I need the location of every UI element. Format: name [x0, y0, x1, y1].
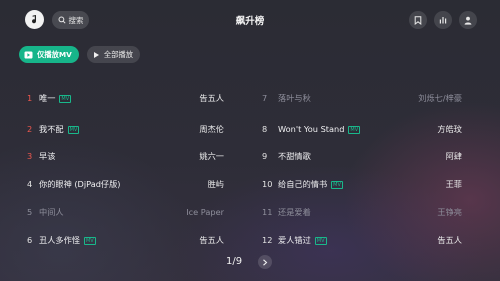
mv-badge: MV: [83, 237, 96, 245]
song-title: 落叶与秋: [278, 93, 311, 103]
video-icon: [24, 51, 33, 58]
equalizer-button[interactable]: [434, 11, 452, 29]
song-artist: 阿肆: [445, 151, 462, 161]
mv-only-button[interactable]: 仅播放MV: [19, 46, 79, 63]
song-rank: 11: [262, 207, 273, 217]
mv-badge: MV: [314, 237, 327, 245]
song-artist: 王铮亮: [437, 207, 462, 217]
song-row[interactable]: 5 中间人 Ice Paper: [27, 204, 224, 220]
song-artist: Ice Paper: [186, 207, 224, 217]
bookmark-icon: [414, 15, 422, 25]
song-row[interactable]: 6 丑人多作怪 MV 告五人: [27, 232, 224, 248]
song-row[interactable]: 7 落叶与秋 刘烁七/梓豪: [262, 90, 462, 106]
song-title: Won't You Stand MV: [278, 124, 361, 134]
song-artist: 胜屿: [207, 179, 224, 189]
mv-badge: MV: [59, 95, 72, 103]
song-rank: 7: [262, 93, 268, 103]
song-rank: 12: [262, 235, 273, 245]
play-all-button[interactable]: 全部播放: [86, 46, 140, 63]
top-bar: 搜索 飙升榜: [0, 0, 500, 40]
song-rank: 6: [27, 235, 33, 245]
song-row[interactable]: 8 Won't You Stand MV 方皓玟: [262, 121, 462, 137]
user-button[interactable]: [459, 11, 477, 29]
next-page-button[interactable]: [258, 255, 272, 269]
song-title: 中间人: [39, 207, 64, 217]
song-row[interactable]: 12 爱人错过 MV 告五人: [262, 232, 462, 248]
song-artist: 告五人: [199, 93, 224, 103]
playback-controls: 仅播放MV 全部播放: [19, 46, 140, 63]
play-icon: [93, 51, 99, 58]
song-artist: 方皓玟: [437, 124, 462, 134]
song-row[interactable]: 10 给自己的情书 MV 王菲: [262, 176, 462, 192]
song-rank: 2: [27, 124, 33, 134]
mv-only-label: 仅播放MV: [37, 49, 72, 59]
song-rank: 1: [27, 93, 33, 103]
song-rank: 3: [27, 151, 33, 161]
song-rank: 10: [262, 179, 273, 189]
song-rank: 9: [262, 151, 268, 161]
song-row[interactable]: 2 我不配 MV 周杰伦: [27, 121, 224, 137]
song-rank: 8: [262, 124, 268, 134]
song-artist: 告五人: [437, 235, 462, 245]
song-artist: 王菲: [445, 179, 462, 189]
song-artist: 告五人: [199, 235, 224, 245]
song-title: 丑人多作怪 MV: [39, 235, 96, 245]
song-row[interactable]: 3 早该 姚六一: [27, 148, 224, 164]
song-title: 唯一 MV: [39, 93, 72, 103]
song-row[interactable]: 9 不甜情歌 阿肆: [262, 148, 462, 164]
song-artist: 周杰伦: [199, 124, 224, 134]
song-title: 给自己的情书 MV: [278, 179, 343, 189]
mv-badge: MV: [67, 126, 80, 134]
song-artist: 刘烁七/梓豪: [418, 93, 462, 103]
page-indicator: 1/9: [226, 256, 243, 267]
favorite-button[interactable]: [409, 11, 427, 29]
song-rank: 4: [27, 179, 33, 189]
play-all-label: 全部播放: [103, 49, 133, 59]
song-title: 我不配 MV: [39, 124, 80, 134]
song-title: 你的眼神 (DjPad仔版): [39, 179, 121, 189]
song-title: 还是爱着: [278, 207, 311, 217]
mv-badge: MV: [348, 126, 361, 134]
mv-badge: MV: [331, 181, 343, 189]
song-artist: 姚六一: [199, 151, 224, 161]
song-rank: 5: [27, 207, 33, 217]
song-title: 早该: [39, 151, 56, 161]
song-title: 爱人错过 MV: [278, 235, 327, 245]
user-icon: [464, 16, 472, 25]
song-row[interactable]: 4 你的眼神 (DjPad仔版) 胜屿: [27, 176, 224, 192]
chevron-right-icon: [263, 258, 268, 266]
song-row[interactable]: 11 还是爱着 王铮亮: [262, 204, 462, 220]
song-title: 不甜情歌: [278, 151, 311, 161]
song-row[interactable]: 1 唯一 MV 告五人: [27, 90, 224, 106]
equalizer-icon: [439, 17, 447, 24]
